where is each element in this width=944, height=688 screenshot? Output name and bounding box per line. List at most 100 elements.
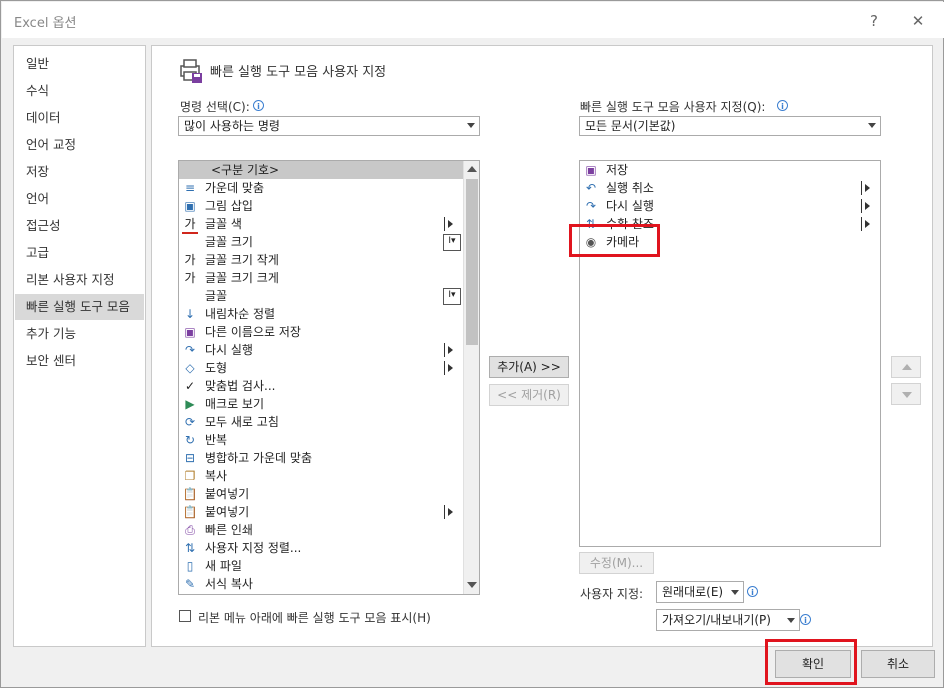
list-item-label: 글꼴 크기 [205,235,253,249]
ok-highlight-box [765,639,857,685]
align-center-icon: ≡ [184,181,196,195]
nav-item[interactable]: 데이터 [15,105,144,131]
list-item[interactable]: ↷ 다시 실행 [580,197,880,215]
title-bar: Excel 옵션 ? ✕ [2,2,944,38]
chevron-right-icon [865,184,870,192]
list-item[interactable]: ✎ 서식 복사 [179,575,463,593]
divider [861,181,862,195]
nav-item[interactable]: 추가 기능 [15,321,144,347]
modify-button[interactable]: 수정(M)... [579,552,654,574]
cancel-button[interactable]: 취소 [861,650,935,678]
scroll-down-icon[interactable] [467,582,477,588]
list-item-label: 사용자 지정 정렬... [205,541,302,555]
spelling-icon: ✓ [184,379,196,393]
nav-item[interactable]: 저장 [15,159,144,185]
commands-scrollbar[interactable] [463,161,479,594]
import-export-dropdown[interactable]: 가져오기/내보내기(P) [656,609,800,631]
list-item[interactable]: ▣ 그림 삽입 [179,197,463,215]
list-item-label: 매크로 보기 [205,397,265,411]
list-item[interactable]: ▶ 매크로 보기 [179,395,463,413]
list-item-label: 붙여넣기 [205,505,250,519]
list-item[interactable]: ≡ 가운데 맞춤 [179,179,463,197]
add-button[interactable]: 추가(A) >> [489,356,569,378]
list-item-label: 그림 삽입 [205,199,253,213]
redo-icon: ↷ [585,199,597,213]
list-item[interactable]: ▣ 다른 이름으로 저장 [179,323,463,341]
list-item-label: 실행 취소 [606,181,654,195]
list-item-label: 글꼴 크기 크게 [205,271,279,285]
nav-item[interactable]: 리본 사용자 지정 [15,267,144,293]
list-item[interactable]: 가 글꼴 색 [179,215,463,234]
chevron-right-icon [448,364,453,372]
list-item[interactable]: ▯ 새 파일 [179,557,463,575]
list-item-label: 반복 [205,433,228,447]
list-item-label: 내림차순 정렬 [205,307,276,321]
list-item-label: <구분 기호> [211,163,280,177]
redo-icon: ↷ [184,343,196,357]
list-item[interactable]: 글꼴 크기 I▾ [179,233,463,251]
divider [444,361,445,375]
list-item-label: 글꼴 색 [205,217,242,231]
import-export-value: 가져오기/내보내기(P) [662,613,771,627]
font-icon [182,288,198,304]
list-item[interactable]: ▣ 저장 [580,161,880,179]
list-item[interactable]: ✓ 맞춤법 검사... [179,377,463,395]
list-item-label: 가운데 맞춤 [205,181,265,195]
list-item[interactable]: ↓ 내림차순 정렬 [179,305,463,323]
move-up-button[interactable] [891,356,921,378]
help-button[interactable]: ? [860,8,888,34]
commands-listbox[interactable]: <구분 기호> ≡ 가운데 맞춤 ▣ 그림 삽입 가 글꼴 색 글꼴 크기 I▾ 가 글꼴 크기 작… [178,160,480,595]
triangle-down-icon [902,392,912,398]
chevron-right-icon [448,220,453,228]
move-down-button[interactable] [891,383,921,405]
command-choose-combo[interactable]: 많이 사용하는 명령 [178,116,480,136]
nav-item[interactable]: 언어 교정 [15,132,144,158]
command-choose-label: 명령 선택(C): [180,100,250,114]
save-icon: ▣ [585,163,597,177]
window-title: Excel 옵션 [14,16,77,31]
qat-listbox[interactable]: ▣ 저장 ↶ 실행 취소 ↷ 다시 실행 ⇅ 수확 찬조 ◉ 카메라 [579,160,881,547]
nav-item[interactable]: 접근성 [15,213,144,239]
list-item[interactable]: ⊟ 병합하고 가운데 맞춤 [179,449,463,467]
list-item-label: 다른 이름으로 저장 [205,325,301,339]
list-item[interactable]: 📋 붙여넣기 [179,485,463,503]
list-item[interactable]: 글꼴 I▾ [179,287,463,305]
list-item[interactable]: ❐ 복사 [179,467,463,485]
chevron-down-icon [868,123,876,128]
list-item-label: 복사 [205,469,228,483]
close-button[interactable]: ✕ [904,8,932,34]
excel-options-dialog: Excel 옵션 ? ✕ 일반 수식 데이터 언어 교정 저장 언어 접근성 고급 리본 사용자… [0,0,944,688]
scroll-thumb[interactable] [466,179,478,345]
document-scope-combo[interactable]: 모든 문서(기본값) [579,116,881,136]
show-below-ribbon-checkbox[interactable] [179,610,191,622]
list-item-label: 글꼴 [205,289,228,303]
nav-item[interactable]: 언어 [15,186,144,212]
list-item-label: 서식 복사 [205,577,253,591]
text-box-icon: I▾ [443,288,461,305]
list-item[interactable]: 📋 붙여넣기 [179,503,463,521]
nav-item[interactable]: 수식 [15,78,144,104]
reset-dropdown[interactable]: 원래대로(E) [656,581,744,603]
nav-item[interactable]: 보안 센터 [15,348,144,374]
list-item[interactable]: ⎙ 빠른 인쇄 [179,521,463,539]
page-title: 빠른 실행 도구 모음 사용자 지정 [210,65,387,80]
list-item[interactable]: ⇅ 사용자 지정 정렬... [179,539,463,557]
list-item[interactable]: ↶ 실행 취소 [580,179,880,197]
reset-value: 원래대로(E) [662,585,724,599]
nav-item[interactable]: 고급 [15,240,144,266]
commands-list: <구분 기호> ≡ 가운데 맞춤 ▣ 그림 삽입 가 글꼴 색 글꼴 크기 I▾ 가 글꼴 크기 작… [179,161,463,594]
nav-item[interactable]: 빠른 실행 도구 모음 [15,294,144,320]
separator-item[interactable]: <구분 기호> [179,161,463,179]
list-item[interactable]: 가 글꼴 크기 크게 [179,269,463,287]
nav-item[interactable]: 일반 [15,51,144,77]
list-item[interactable]: 가 글꼴 크기 작게 [179,251,463,269]
new-file-icon: ▯ [186,559,194,573]
list-item[interactable]: ↻ 반복 [179,431,463,449]
chevron-right-icon [448,508,453,516]
remove-button[interactable]: << 제거(R) [489,384,569,406]
list-item[interactable]: ⟳ 모두 새로 고침 [179,413,463,431]
scroll-up-icon[interactable] [467,166,477,172]
list-item[interactable]: ◇ 도형 [179,359,463,377]
list-item[interactable]: ↷ 다시 실행 [179,341,463,359]
divider [861,217,862,231]
